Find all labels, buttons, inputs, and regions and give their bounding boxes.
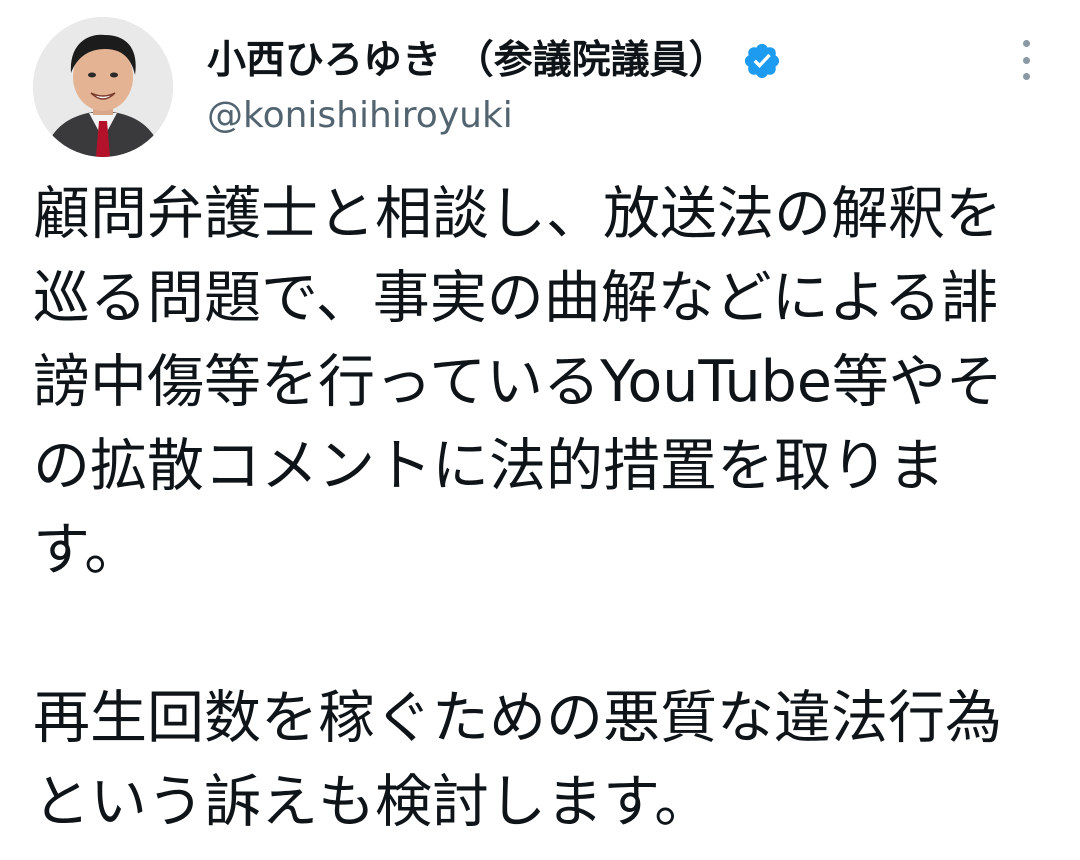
author-handle[interactable]: @konishihiroyuki [207,92,1000,140]
profile-photo [33,17,173,157]
author-display-name[interactable]: 小西ひろゆき （参議院議員） [207,32,728,90]
verified-badge-icon [742,41,782,81]
more-dot [1022,73,1030,80]
tweet: 小西ひろゆき （参議院議員） @konishihiroyuki 顧問弁護士と相談… [0,0,1080,860]
tweet-paragraph-2: 再生回数を稼ぐための悪質な違法行為という訴えも検討します。 [33,685,1002,835]
author-name-row[interactable]: 小西ひろゆき （参議院議員） [207,32,1000,90]
more-dot [1022,40,1030,47]
more-dot [1022,56,1030,64]
tweet-header: 小西ひろゆき （参議院議員） @konishihiroyuki [207,32,1000,140]
tweet-paragraph-1: 顧問弁護士と相談し、放送法の解釈を巡る問題で、事実の曲解などによる誹謗中傷等を行… [33,181,1003,583]
more-vertical-icon[interactable] [1014,40,1038,80]
tweet-text: 顧問弁護士と相談し、放送法の解釈を巡る問題で、事実の曲解などによる誹謗中傷等を行… [33,172,1048,844]
avatar[interactable] [33,17,173,157]
